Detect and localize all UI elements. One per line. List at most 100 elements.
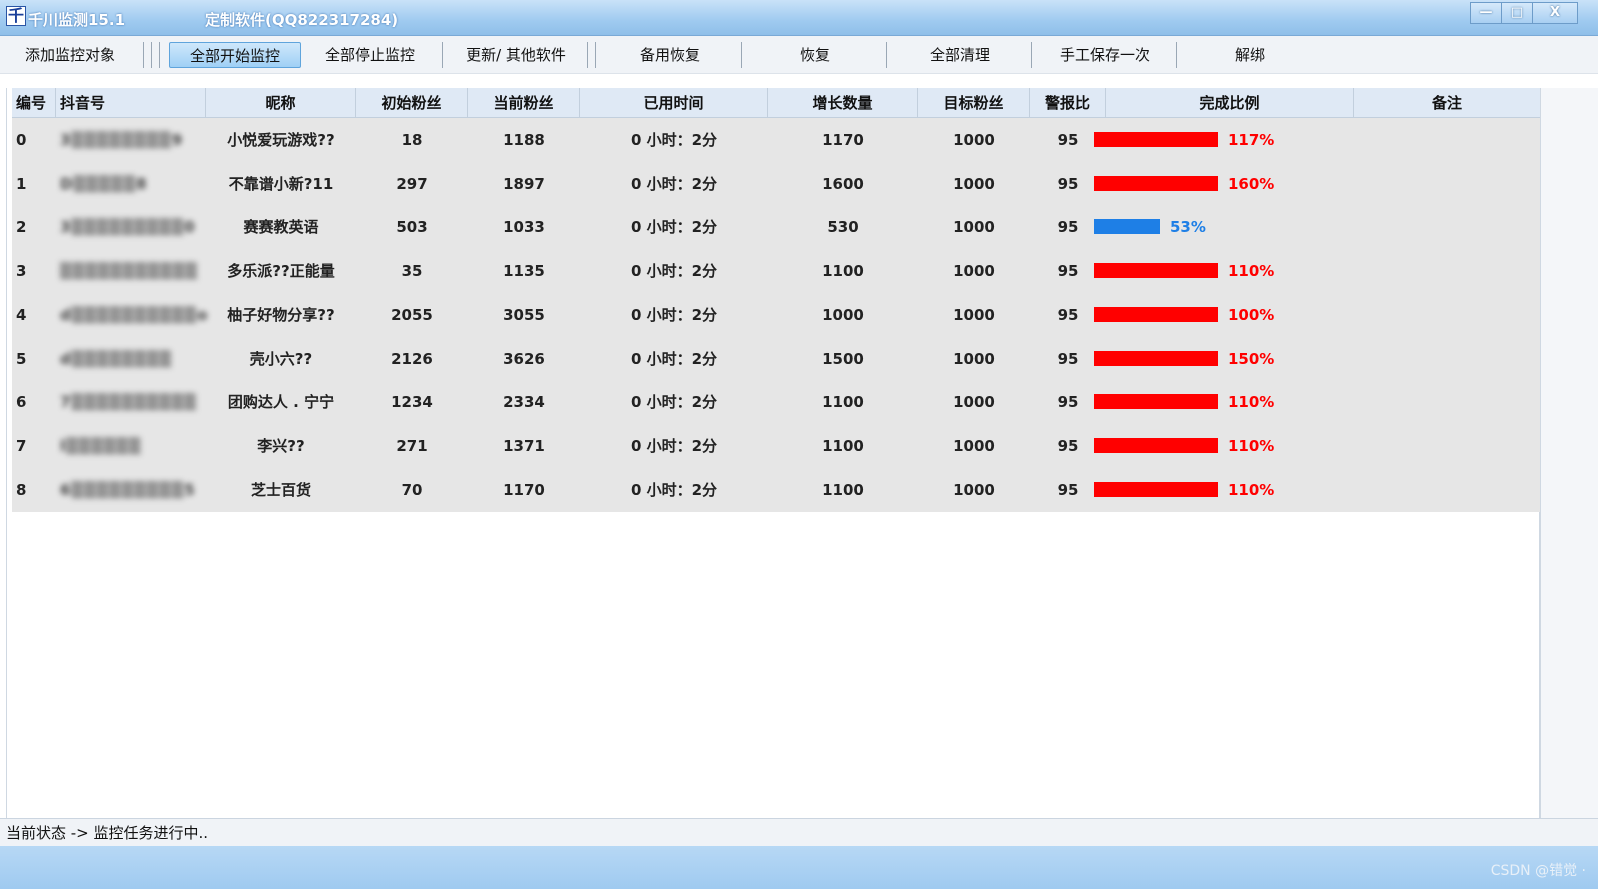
title-bar: 千 千川监测15.1 定制软件(QQ822317284) — □ X <box>0 0 1598 36</box>
cell-elapsed-time: 0 小时：2分 <box>630 174 718 193</box>
col-header-elapsed-time[interactable]: 已用时间 <box>580 88 768 118</box>
cell-note <box>1354 337 1540 381</box>
col-header-douyin-id[interactable]: 抖音号 <box>56 88 206 118</box>
cell-target-fans: 1000 <box>953 436 995 455</box>
cell-nickname: 李兴?? <box>257 436 305 455</box>
col-header-nickname[interactable]: 昵称 <box>206 88 356 118</box>
cell-initial-fans: 503 <box>396 218 428 237</box>
toolbar-separator <box>1176 42 1177 68</box>
cell-nickname: 芝士百货 <box>250 480 311 499</box>
cell-nickname: 赛赛教英语 <box>243 218 319 237</box>
progress-percent-label: 117% <box>1228 131 1275 149</box>
cell-target-fans: 1000 <box>953 480 995 499</box>
cell-elapsed-time: 0 小时：2分 <box>630 131 718 149</box>
cell-douyin-id: 6▒▒▒▒▒▒▒▒▒5 <box>60 480 196 499</box>
toolbar: 添加监控对象 全部开始监控 全部停止监控 更新/ 其他软件 备用恢复 恢复 全部… <box>0 36 1598 74</box>
cell-id: 2 <box>16 218 27 237</box>
col-header-current-fans[interactable]: 当前粉丝 <box>468 88 580 118</box>
progress-bar <box>1094 437 1218 453</box>
progress-percent-label: 110% <box>1228 262 1275 281</box>
maximize-button[interactable]: □ <box>1501 2 1533 24</box>
toolbar-separator <box>595 42 596 68</box>
cell-current-fans: 1188 <box>503 131 545 149</box>
cell-note <box>1354 249 1540 293</box>
cell-target-fans: 1000 <box>953 393 995 412</box>
cell-douyin-id: 7▒▒▒▒▒▒▒▒▒▒ <box>60 393 197 412</box>
progress-percent-label: 100% <box>1228 305 1275 324</box>
cell-note <box>1354 380 1540 424</box>
cell-target-fans: 1000 <box>953 349 995 368</box>
cell-growth: 1170 <box>822 131 864 149</box>
table-body: 0 3▒▒▒▒▒▒▒▒9 小悦爱玩游戏?? 18 1188 0 小时：2分 1170 1000… <box>12 118 1540 512</box>
update-other-software-button[interactable]: 更新/ 其他软件 <box>452 42 580 68</box>
toolbar-separator <box>151 42 152 68</box>
window-controls: — □ X <box>1470 2 1578 24</box>
cell-elapsed-time: 0 小时：2分 <box>630 218 718 237</box>
table-row[interactable]: 2 3▒▒▒▒▒▒▒▒▒0 赛赛教英语 503 1033 0 小时：2分 530 1000 95… <box>12 205 1540 249</box>
table-row[interactable]: 8 6▒▒▒▒▒▒▒▒▒5 芝士百货 70 1170 0 小时：2分 1100 1000 95 1… <box>12 468 1540 512</box>
toolbar-separator <box>159 42 160 68</box>
toolbar-separator <box>143 42 144 68</box>
cell-id: 4 <box>16 305 27 324</box>
table-row[interactable]: 4 d▒▒▒▒▒▒▒▒▒▒o 柚子好物分享?? 2055 3055 0 小时：2分 1000… <box>12 293 1540 337</box>
cell-elapsed-time: 0 小时：2分 <box>630 262 718 281</box>
bottom-bar: CSDN @错觉 · <box>0 846 1598 889</box>
clear-all-button[interactable]: 全部清理 <box>895 42 1025 68</box>
table-row[interactable]: 5 d▒▒▒▒▒▒▒▒ 壳小六?? 2126 3626 0 小时：2分 1500 1000 95… <box>12 337 1540 381</box>
cell-growth: 530 <box>827 218 859 237</box>
col-header-target-fans[interactable]: 目标粉丝 <box>918 88 1030 118</box>
cell-elapsed-time: 0 小时：2分 <box>630 480 718 499</box>
cell-growth: 1500 <box>822 349 864 368</box>
cell-initial-fans: 1234 <box>391 393 433 412</box>
restore-button[interactable]: 恢复 <box>750 42 880 68</box>
progress-bar <box>1094 175 1218 191</box>
toolbar-separator <box>886 42 887 68</box>
progress-bar <box>1094 263 1218 279</box>
table-row[interactable]: 6 7▒▒▒▒▒▒▒▒▒▒ 团购达人 . 宁宁 1234 2334 0 小时：2分 1100… <box>12 380 1540 424</box>
cell-elapsed-time: 0 小时：2分 <box>630 436 718 455</box>
app-logo-icon: 千 <box>6 6 26 26</box>
cell-current-fans: 1170 <box>503 480 545 499</box>
add-monitor-target-button[interactable]: 添加监控对象 <box>14 42 126 68</box>
col-header-growth[interactable]: 增长数量 <box>768 88 918 118</box>
cell-nickname: 小悦爱玩游戏?? <box>227 131 335 149</box>
table-row[interactable]: 7 l▒▒▒▒▒▒ 李兴?? 271 1371 0 小时：2分 1100 1000 95 110% <box>12 424 1540 468</box>
cell-target-fans: 1000 <box>953 262 995 281</box>
cell-target-fans: 1000 <box>953 131 995 149</box>
col-header-initial-fans[interactable]: 初始粉丝 <box>356 88 468 118</box>
unbind-button[interactable]: 解绑 <box>1185 42 1315 68</box>
cell-id: 8 <box>16 480 27 499</box>
close-button[interactable]: X <box>1532 2 1578 24</box>
cell-note <box>1354 468 1540 512</box>
cell-nickname: 壳小六?? <box>249 349 313 368</box>
cell-target-fans: 1000 <box>953 305 995 324</box>
progress-bar <box>1094 306 1218 322</box>
minimize-button[interactable]: — <box>1470 2 1502 24</box>
right-panel <box>1540 88 1598 818</box>
cell-target-fans: 1000 <box>953 174 995 193</box>
col-header-alert-ratio[interactable]: 警报比 <box>1030 88 1106 118</box>
app-subtitle: 定制软件(QQ822317284) <box>205 11 399 29</box>
cell-douyin-id: d▒▒▒▒▒▒▒▒ <box>60 349 173 368</box>
cell-note <box>1354 118 1540 162</box>
table-row[interactable]: 0 3▒▒▒▒▒▒▒▒9 小悦爱玩游戏?? 18 1188 0 小时：2分 1170 1000… <box>12 118 1540 162</box>
progress-bar <box>1094 132 1218 147</box>
col-header-completion[interactable]: 完成比例 <box>1106 88 1354 118</box>
table-header: 编号 抖音号 昵称 初始粉丝 当前粉丝 已用时间 增长数量 目标粉丝 警报比 完… <box>12 88 1540 118</box>
col-header-id[interactable]: 编号 <box>12 88 56 118</box>
table-row[interactable]: 3 ▒▒▒▒▒▒▒▒▒▒▒ 多乐派??正能量 35 1135 0 小时：2分 1100 100… <box>12 249 1540 293</box>
progress-bar <box>1094 219 1160 235</box>
stop-all-monitoring-button[interactable]: 全部停止监控 <box>310 42 430 68</box>
backup-restore-button[interactable]: 备用恢复 <box>605 42 735 68</box>
col-header-notes[interactable]: 备注 <box>1354 88 1540 118</box>
cell-current-fans: 1371 <box>503 436 545 455</box>
start-all-monitoring-button[interactable]: 全部开始监控 <box>169 42 301 68</box>
cell-id: 5 <box>16 349 27 368</box>
manual-save-button[interactable]: 手工保存一次 <box>1040 42 1170 68</box>
cell-id: 6 <box>16 393 27 412</box>
cell-initial-fans: 2055 <box>391 305 433 324</box>
cell-douyin-id: 3▒▒▒▒▒▒▒▒▒0 <box>60 218 196 237</box>
table-row[interactable]: 1 D▒▒▒▒▒8 不靠谱小新?11 297 1897 0 小时：2分 1600 1000 95… <box>12 162 1540 206</box>
cell-id: 0 <box>16 131 27 149</box>
cell-elapsed-time: 0 小时：2分 <box>630 305 718 324</box>
